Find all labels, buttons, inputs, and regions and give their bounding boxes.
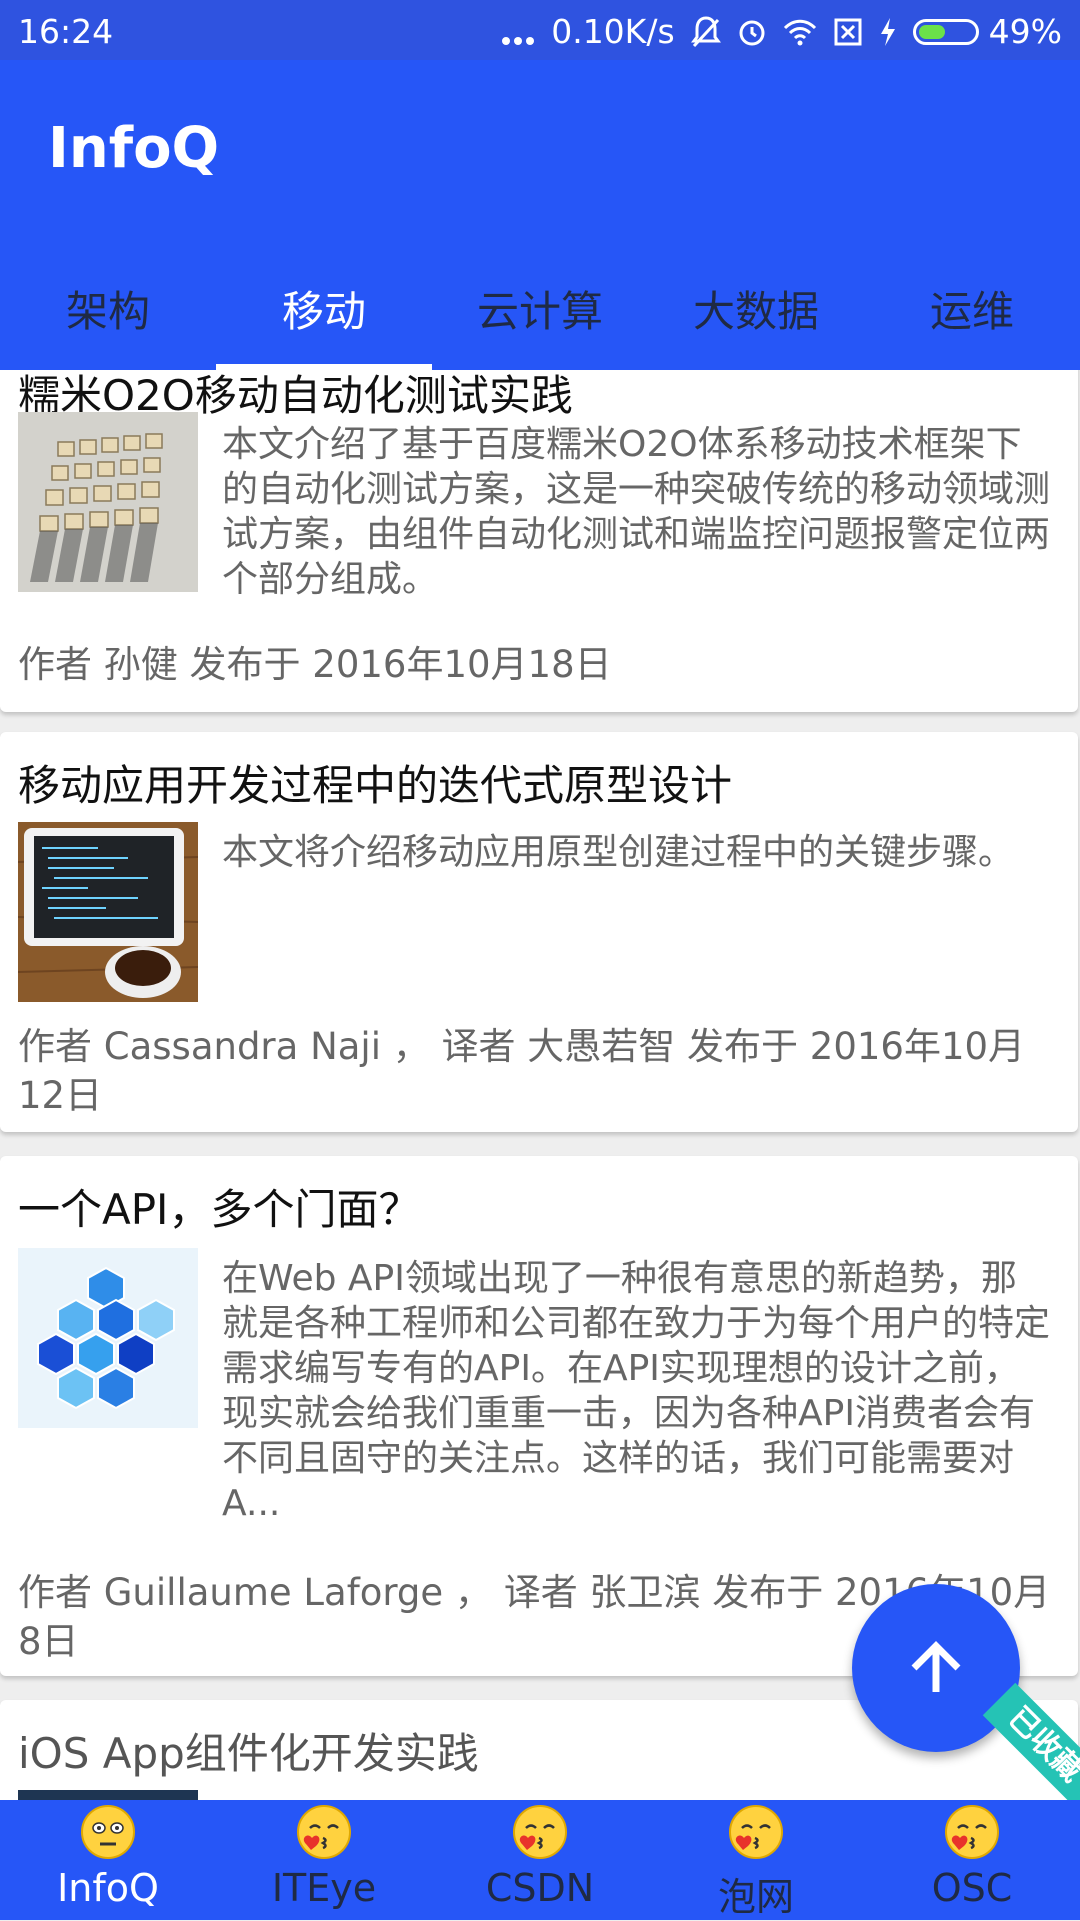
kissing-face-icon: [297, 1805, 351, 1859]
blue-hexagons-image: [18, 1248, 198, 1428]
nav-label: OSC: [931, 1866, 1013, 1910]
nav-item-csdn[interactable]: CSDN: [432, 1800, 648, 1920]
battery-indicator: 49%: [912, 12, 1062, 51]
article-title: iOS App组件化开发实践: [18, 1729, 479, 1778]
battery-icon: [912, 18, 979, 45]
nav-label: 泡网: [717, 1875, 794, 1919]
status-bar: 16:24 0.10K/s 49%: [0, 0, 1080, 60]
tablet-coffee-image: [18, 822, 198, 1002]
neutral-face-icon: [81, 1805, 135, 1859]
article-card[interactable]: 糯米O2O移动自动化测试实践 本文介绍了基于百度糯米O2O体系移动技术框架下的自…: [0, 370, 1078, 712]
bell-muted-icon: [690, 15, 721, 47]
article-summary: 在Web API领域出现了一种很有意思的新趋势，那就是各种工程师和公司都在致力于…: [222, 1258, 1051, 1524]
alarm-icon: [739, 20, 765, 45]
nav-label: CSDN: [485, 1866, 595, 1910]
article-title: 一个API，多个门面？: [18, 1185, 421, 1234]
article-summary: 本文介绍了基于百度糯米O2O体系移动技术框架下的自动化测试方案，这是一种突破传统…: [222, 424, 1051, 600]
article-meta: 作者 孙健 发布于 2016年10月18日: [18, 643, 612, 686]
battery-level: [918, 24, 945, 39]
tab-operations[interactable]: 运维: [864, 272, 1080, 370]
nav-item-osc[interactable]: OSC: [864, 1800, 1080, 1920]
status-icons: 0.10K/s 49%: [501, 12, 1062, 51]
tab-big-data[interactable]: 大数据: [648, 272, 864, 370]
tab-mobile[interactable]: 移动: [216, 272, 432, 370]
wifi-icon: [783, 19, 816, 45]
nav-item-paowang[interactable]: 泡网: [648, 1800, 864, 1920]
nav-label: InfoQ: [57, 1866, 159, 1910]
more-dots-icon: [502, 36, 535, 45]
battery-percent: 49%: [988, 12, 1062, 51]
wooden-blocks-image: [18, 412, 198, 592]
article-meta: 作者 Cassandra Naji ， 译者 大愚若智 发布于 2016年10月…: [18, 1025, 1026, 1117]
kissing-face-icon: [513, 1805, 567, 1859]
bottom-navigation: InfoQ ITEye CSDN 泡网 OSC: [0, 1800, 1080, 1920]
article-summary: 本文将介绍移动应用原型创建过程中的关键步骤。: [222, 832, 1015, 873]
app-bar: InfoQ 架构 移动 云计算 大数据 运维: [0, 60, 1080, 370]
nav-label: ITEye: [271, 1866, 377, 1910]
charging-icon: [880, 17, 895, 46]
kissing-face-icon: [945, 1805, 999, 1859]
kissing-face-icon: [729, 1805, 783, 1859]
article-title: 移动应用开发过程中的迭代式原型设计: [18, 761, 733, 810]
tab-cloud-computing[interactable]: 云计算: [432, 272, 648, 370]
nav-item-iteye[interactable]: ITEye: [216, 1800, 432, 1920]
category-tabs: 架构 移动 云计算 大数据 运维: [0, 272, 1080, 370]
arrow-up-icon: [911, 1641, 961, 1692]
dark-code-image: [18, 1790, 198, 1800]
app-title: InfoQ: [48, 116, 220, 181]
nav-item-infoq[interactable]: InfoQ: [0, 1800, 216, 1920]
sim-x-icon: [834, 18, 862, 45]
article-card[interactable]: 移动应用开发过程中的迭代式原型设计 本文将介绍移动应用原型创建过程中的关键步骤。…: [0, 732, 1078, 1132]
network-speed: 0.10K/s: [551, 12, 675, 51]
status-time: 16:24: [18, 12, 114, 51]
tab-architecture[interactable]: 架构: [0, 272, 216, 370]
